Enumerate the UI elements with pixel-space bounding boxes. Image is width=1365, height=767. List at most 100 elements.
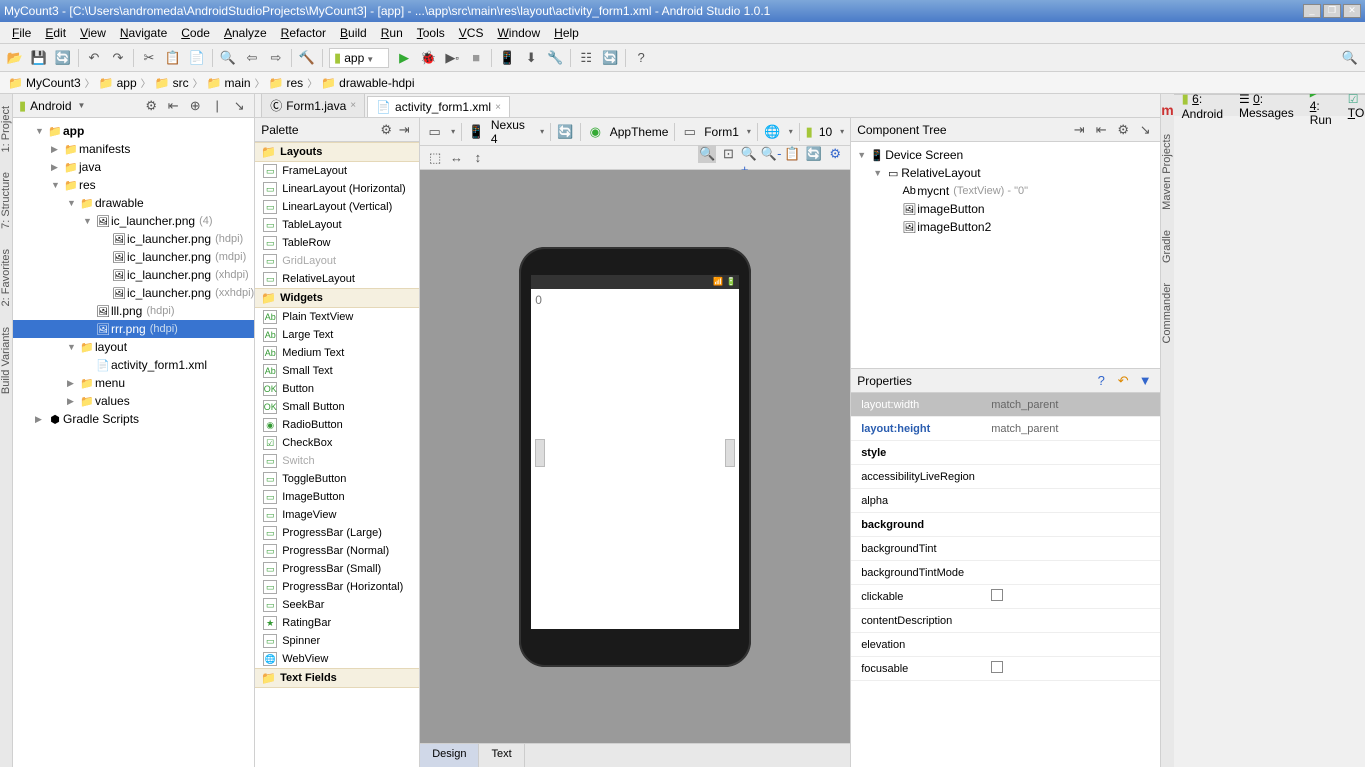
tree-item[interactable]: 🖼ic_launcher.png(mdpi)	[13, 248, 254, 266]
breadcrumb-item[interactable]: 📁app	[99, 76, 137, 90]
palette-item[interactable]: ▭ImageButton	[255, 488, 419, 506]
tree-item[interactable]: ▶📁menu	[13, 374, 254, 392]
help-icon[interactable]: ?	[632, 49, 650, 67]
cut-icon[interactable]: ✂	[140, 49, 158, 67]
tree-item[interactable]: ▼📁layout	[13, 338, 254, 356]
minimize-button[interactable]: _	[1303, 4, 1321, 18]
palette-item[interactable]: ▭ToggleButton	[255, 470, 419, 488]
tab-design[interactable]: Design	[420, 744, 479, 767]
back-icon[interactable]: ⇦	[243, 49, 261, 67]
palette-item[interactable]: ▭Spinner	[255, 632, 419, 650]
gear-icon[interactable]: ⚙	[142, 97, 160, 115]
sdk-icon[interactable]: ⬇	[522, 49, 540, 67]
tree-item[interactable]: 📄activity_form1.xml	[13, 356, 254, 374]
menu-navigate[interactable]: Navigate	[114, 24, 173, 42]
paste-icon[interactable]: 📄	[188, 49, 206, 67]
mycnt-text[interactable]: 0	[535, 293, 542, 307]
palette-item[interactable]: AbSmall Text	[255, 362, 419, 380]
editor-tab[interactable]: 📄activity_form1.xml×	[367, 96, 510, 117]
select-icon[interactable]: ⬚	[426, 149, 444, 167]
tree-item[interactable]: 🖼ic_launcher.png(hdpi)	[13, 230, 254, 248]
component-tree[interactable]: ▼📱Device Screen▼▭RelativeLayoutAbmycnt(T…	[851, 142, 1160, 368]
menu-refactor[interactable]: Refactor	[275, 24, 332, 42]
menu-tools[interactable]: Tools	[411, 24, 451, 42]
expand-icon[interactable]: ⇥	[1070, 121, 1088, 139]
menu-build[interactable]: Build	[334, 24, 373, 42]
property-row[interactable]: alpha	[851, 489, 1160, 513]
property-row[interactable]: backgroundTint	[851, 537, 1160, 561]
close-icon[interactable]: ×	[495, 102, 501, 113]
save-icon[interactable]: 💾	[30, 49, 48, 67]
avd-icon[interactable]: 📱	[498, 49, 516, 67]
gear-icon[interactable]: ⚙	[1114, 121, 1132, 139]
sidetab-gradle[interactable]: Gradle	[1161, 226, 1173, 267]
breadcrumb-item[interactable]: 📁res	[269, 76, 304, 90]
tree-item[interactable]: ▼📱Device Screen	[851, 146, 1160, 164]
gear-icon[interactable]: ⚙	[826, 145, 844, 163]
tree-item[interactable]: 🖼rrr.png(hdpi)	[13, 320, 254, 338]
copy-icon[interactable]: 📋	[164, 49, 182, 67]
sync-gradle-icon[interactable]: 🔄	[601, 49, 619, 67]
property-row[interactable]: layout:widthmatch_parent	[851, 393, 1160, 417]
refresh-icon[interactable]: 🔄	[805, 145, 823, 163]
property-row[interactable]: accessibilityLiveRegion	[851, 465, 1160, 489]
property-row[interactable]: layout:heightmatch_parent	[851, 417, 1160, 441]
property-row[interactable]: elevation	[851, 633, 1160, 657]
target-icon[interactable]: ⊕	[186, 97, 204, 115]
palette-item[interactable]: ▭TableRow	[255, 234, 419, 252]
palette-item[interactable]: AbLarge Text	[255, 326, 419, 344]
property-row[interactable]: focusable	[851, 657, 1160, 681]
debug-icon[interactable]: 🐞	[419, 49, 437, 67]
breadcrumb-item[interactable]: 📁drawable-hdpi	[321, 76, 414, 90]
tree-item[interactable]: 🖼imageButton	[851, 200, 1160, 218]
theme-icon[interactable]: ◉	[587, 123, 604, 141]
run-config-select[interactable]: ▮ app▼	[329, 48, 389, 68]
collapse-icon[interactable]: ⇤	[164, 97, 182, 115]
palette-group[interactable]: 📁Widgets	[255, 288, 419, 308]
property-row[interactable]: background	[851, 513, 1160, 537]
palette-item[interactable]: ▭FrameLayout	[255, 162, 419, 180]
tab-text[interactable]: Text	[479, 744, 524, 767]
sidetab-7-structure[interactable]: 7: Structure	[0, 168, 12, 233]
property-row[interactable]: style	[851, 441, 1160, 465]
run-icon[interactable]: ▶	[395, 49, 413, 67]
device-screen[interactable]: 📶 🔋 0	[531, 275, 739, 629]
tree-item[interactable]: 🖼ic_launcher.png(xxhdpi)	[13, 284, 254, 302]
tree-item[interactable]: ▼🖼ic_launcher.png(4)	[13, 212, 254, 230]
status-item[interactable]: ☑ TODO	[1348, 94, 1365, 120]
form-icon[interactable]: ▭	[681, 123, 698, 141]
tree-item[interactable]: 🖼ic_launcher.png(xhdpi)	[13, 266, 254, 284]
tree-item[interactable]: 🖼imageButton2	[851, 218, 1160, 236]
redo-icon[interactable]: ↷	[109, 49, 127, 67]
palette-item[interactable]: AbPlain TextView	[255, 308, 419, 326]
property-row[interactable]: contentDescription	[851, 609, 1160, 633]
palette-group[interactable]: 📁Text Fields	[255, 668, 419, 688]
palette-item[interactable]: ▭ImageView	[255, 506, 419, 524]
palette-item[interactable]: ▭SeekBar	[255, 596, 419, 614]
palette-item[interactable]: ▭ProgressBar (Normal)	[255, 542, 419, 560]
tree-item[interactable]: ▶📁java	[13, 158, 254, 176]
hide-icon[interactable]: ↘	[1136, 121, 1154, 139]
locale-icon[interactable]: 🌐	[764, 123, 781, 141]
fit-icon[interactable]: ↔	[448, 148, 466, 166]
view-icon[interactable]: ▭	[426, 123, 443, 141]
ddms-icon[interactable]: 🔧	[546, 49, 564, 67]
menu-vcs[interactable]: VCS	[453, 24, 490, 42]
editor-tab[interactable]: ⒸForm1.java×	[261, 94, 365, 117]
tree-item[interactable]: ▼▭RelativeLayout	[851, 164, 1160, 182]
collapse-icon[interactable]: ⇤	[1092, 121, 1110, 139]
find-icon[interactable]: 🔍	[219, 49, 237, 67]
sidetab-1-project[interactable]: 1: Project	[0, 102, 12, 156]
palette-item[interactable]: OKSmall Button	[255, 398, 419, 416]
open-icon[interactable]: 📂	[6, 49, 24, 67]
palette-item[interactable]: ▭TableLayout	[255, 216, 419, 234]
menu-view[interactable]: View	[74, 24, 112, 42]
breadcrumb-item[interactable]: 📁main	[207, 76, 251, 90]
breadcrumb-item[interactable]: 📁MyCount3	[8, 76, 81, 90]
zoom-sel-icon[interactable]: 🔍	[698, 145, 716, 163]
palette-item[interactable]: ☑CheckBox	[255, 434, 419, 452]
zoom-out-icon[interactable]: 🔍-	[762, 145, 780, 163]
structure-icon[interactable]: ☷	[577, 49, 595, 67]
sidetab-maven-projects[interactable]: Maven Projects	[1161, 130, 1173, 214]
image-button-right[interactable]	[725, 439, 735, 467]
